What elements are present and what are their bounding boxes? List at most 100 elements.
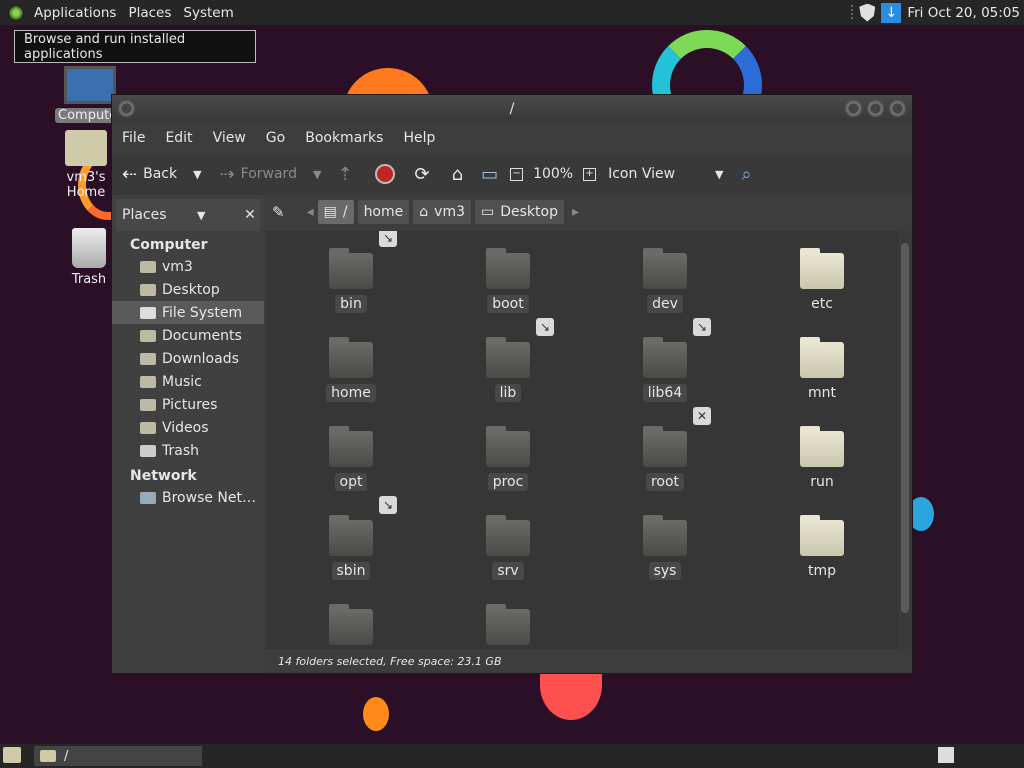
zoom-level: 100% — [533, 166, 574, 182]
symlink-emblem-icon: ↘ — [536, 318, 554, 336]
folder-item[interactable]: ↘ lib64 — [610, 318, 720, 402]
window-menu-button[interactable] — [118, 100, 135, 117]
folder-item[interactable]: home — [296, 337, 406, 402]
chevron-down-icon[interactable]: ▼ — [197, 209, 205, 222]
sidebar-item-browse-network[interactable]: Browse Net… — [112, 486, 264, 509]
folder-item[interactable] — [296, 604, 406, 649]
minimize-button[interactable] — [845, 100, 862, 117]
folder-item[interactable]: tmp — [767, 515, 877, 580]
folder-item[interactable]: ↘ lib — [453, 318, 563, 402]
folder-item[interactable]: sys — [610, 515, 720, 580]
system-menu[interactable]: System — [177, 5, 239, 21]
back-label: Back — [143, 166, 178, 182]
folder-item[interactable]: run — [767, 426, 877, 491]
applications-menu[interactable]: Applications — [28, 5, 122, 21]
maximize-button[interactable] — [867, 100, 884, 117]
edit-location-icon[interactable]: ✎ — [272, 203, 285, 221]
folder-name: mnt — [808, 385, 836, 401]
reload-icon: ⟳ — [414, 163, 430, 185]
breadcrumb-desktop[interactable]: ▭ Desktop — [475, 200, 564, 224]
sidebar-item-pictures[interactable]: Pictures — [112, 393, 264, 416]
home-folder-icon — [140, 260, 156, 273]
home-button[interactable]: ⌂ — [452, 164, 463, 185]
folder-item[interactable] — [453, 604, 563, 649]
menu-bookmarks[interactable]: Bookmarks — [295, 130, 393, 146]
search-button[interactable]: ⌕ — [742, 164, 752, 185]
menu-edit[interactable]: Edit — [155, 130, 202, 146]
view-mode-label: Icon View — [608, 166, 676, 182]
sidebar-item-trash[interactable]: Trash — [112, 439, 264, 462]
bottom-panel: / — [0, 744, 1024, 768]
sidebar-selector[interactable]: Places ▼ ✕ — [116, 199, 260, 231]
sidebar-item-label: Desktop — [162, 281, 220, 298]
view-mode-select[interactable]: Icon View ▼ — [608, 166, 723, 182]
zoom-out-button[interactable]: − — [510, 167, 524, 181]
folder-item[interactable]: boot — [453, 248, 563, 313]
sidebar-item-videos[interactable]: Videos — [112, 416, 264, 439]
chevron-left-icon[interactable]: ◂ — [307, 204, 314, 220]
sidebar-item-documents[interactable]: Documents — [112, 324, 264, 347]
close-sidebar-icon[interactable]: ✕ — [240, 207, 260, 223]
folder-item[interactable]: opt — [296, 426, 406, 491]
sidebar-section-computer: Computer — [130, 237, 208, 253]
sidebar-item-desktop[interactable]: Desktop — [112, 278, 264, 301]
clock[interactable]: Fri Oct 20, 05:05 — [907, 5, 1020, 21]
show-desktop-icon[interactable] — [3, 747, 21, 763]
forward-button[interactable]: ⇢ Forward ▼ — [220, 164, 322, 185]
folder-icon: ↘ — [329, 496, 397, 556]
folder-icon: ✕ — [643, 407, 711, 467]
menu-go[interactable]: Go — [256, 130, 295, 146]
wallpaper-shape — [363, 697, 389, 731]
stop-button[interactable] — [374, 164, 395, 184]
breadcrumb-home[interactable]: home — [357, 200, 410, 224]
workspace-switcher[interactable] — [938, 747, 954, 763]
folder-name: lib — [494, 384, 522, 402]
folder-name: tmp — [807, 563, 836, 579]
breadcrumb-vm3[interactable]: ⌂ vm3 — [413, 200, 471, 224]
computer-button[interactable]: ▭ — [481, 164, 498, 185]
chevron-down-icon[interactable]: ▼ — [193, 168, 201, 181]
folder-item[interactable]: ↘ sbin — [296, 496, 406, 580]
folder-item[interactable]: dev — [610, 248, 720, 313]
sidebar-item-label: Trash — [162, 442, 199, 459]
taskbar-window-button[interactable]: / — [34, 746, 202, 766]
folder-name: proc — [487, 473, 529, 491]
close-button[interactable] — [889, 100, 906, 117]
zoom-in-button[interactable]: + — [583, 167, 597, 181]
scrollbar-thumb[interactable] — [901, 243, 909, 613]
up-button[interactable]: ⇡ — [337, 164, 352, 185]
chevron-right-icon[interactable]: ▸ — [572, 204, 579, 220]
icon-view[interactable]: ↘ bin boot dev etc home ↘ lib ↘ lib64 mnt opt proc ✕ r… — [266, 231, 898, 649]
folder-name: opt — [334, 473, 368, 491]
back-button[interactable]: ⇠ Back ▼ — [122, 164, 202, 185]
folder-item[interactable]: ↘ bin — [296, 231, 406, 313]
stop-icon — [374, 164, 395, 184]
vertical-scrollbar[interactable] — [898, 231, 912, 649]
menu-file[interactable]: File — [112, 130, 155, 146]
breadcrumb-root[interactable]: ▤ / — [317, 200, 354, 224]
folder-item[interactable]: etc — [767, 248, 877, 313]
folder-item[interactable]: ✕ root — [610, 407, 720, 491]
folder-name: home — [326, 384, 376, 402]
reload-button[interactable]: ⟳ — [415, 164, 430, 185]
sidebar-item-downloads[interactable]: Downloads — [112, 347, 264, 370]
sidebar-item-file-system[interactable]: File System — [112, 301, 264, 324]
folder-item[interactable]: mnt — [767, 337, 877, 402]
shield-icon[interactable] — [859, 3, 876, 22]
sidebar-item-label: Music — [162, 373, 202, 390]
chevron-down-icon[interactable]: ▼ — [313, 168, 321, 181]
download-icon[interactable]: ↓ — [881, 2, 902, 23]
taskbar-label: / — [64, 748, 69, 764]
window-titlebar[interactable]: / — [112, 95, 912, 123]
menu-view[interactable]: View — [203, 130, 256, 146]
tooltip: Browse and run installed applications — [14, 30, 256, 63]
sidebar-item-vm3[interactable]: vm3 — [112, 255, 264, 278]
folder-item[interactable]: proc — [453, 426, 563, 491]
folder-name: etc — [811, 296, 833, 312]
folder-icon — [486, 515, 530, 556]
places-menu[interactable]: Places — [122, 5, 177, 21]
sidebar-item-music[interactable]: Music — [112, 370, 264, 393]
sidebar-selector-label: Places — [122, 207, 167, 223]
menu-help[interactable]: Help — [393, 130, 445, 146]
folder-item[interactable]: srv — [453, 515, 563, 580]
